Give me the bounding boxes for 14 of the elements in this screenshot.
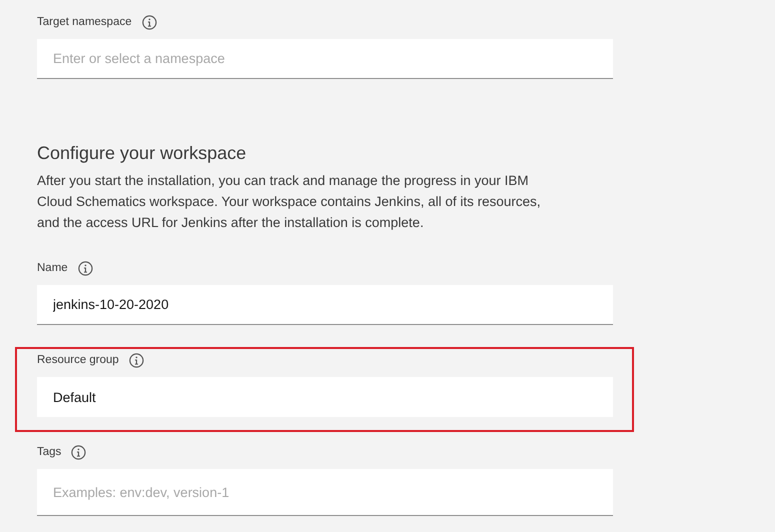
info-icon[interactable] [78, 260, 93, 276]
tags-field[interactable]: Examples: env:dev, version-1 [37, 469, 613, 516]
field-label: Target namespace [37, 16, 132, 28]
select-field[interactable]: Default [37, 377, 613, 417]
field-label: Resource group [37, 354, 119, 366]
section-description: After you start the installation, you can track and manage the progress in your IBM Cloud Schematics workspace. Your workspace contains Jenkins, all of its resources, and the access URL for Jenkins after the installation is complete. [37, 172, 542, 232]
text-field[interactable]: jenkins-10-20-2020 [37, 285, 613, 325]
info-icon[interactable] [128, 352, 144, 368]
field-label: Tags [37, 446, 62, 458]
text-field[interactable]: Enter or select a namespace [37, 39, 613, 79]
info-icon[interactable] [71, 444, 86, 460]
field-label: Name [37, 262, 68, 274]
info-icon[interactable] [142, 14, 157, 30]
section-title: Configure your workspace [37, 142, 248, 165]
